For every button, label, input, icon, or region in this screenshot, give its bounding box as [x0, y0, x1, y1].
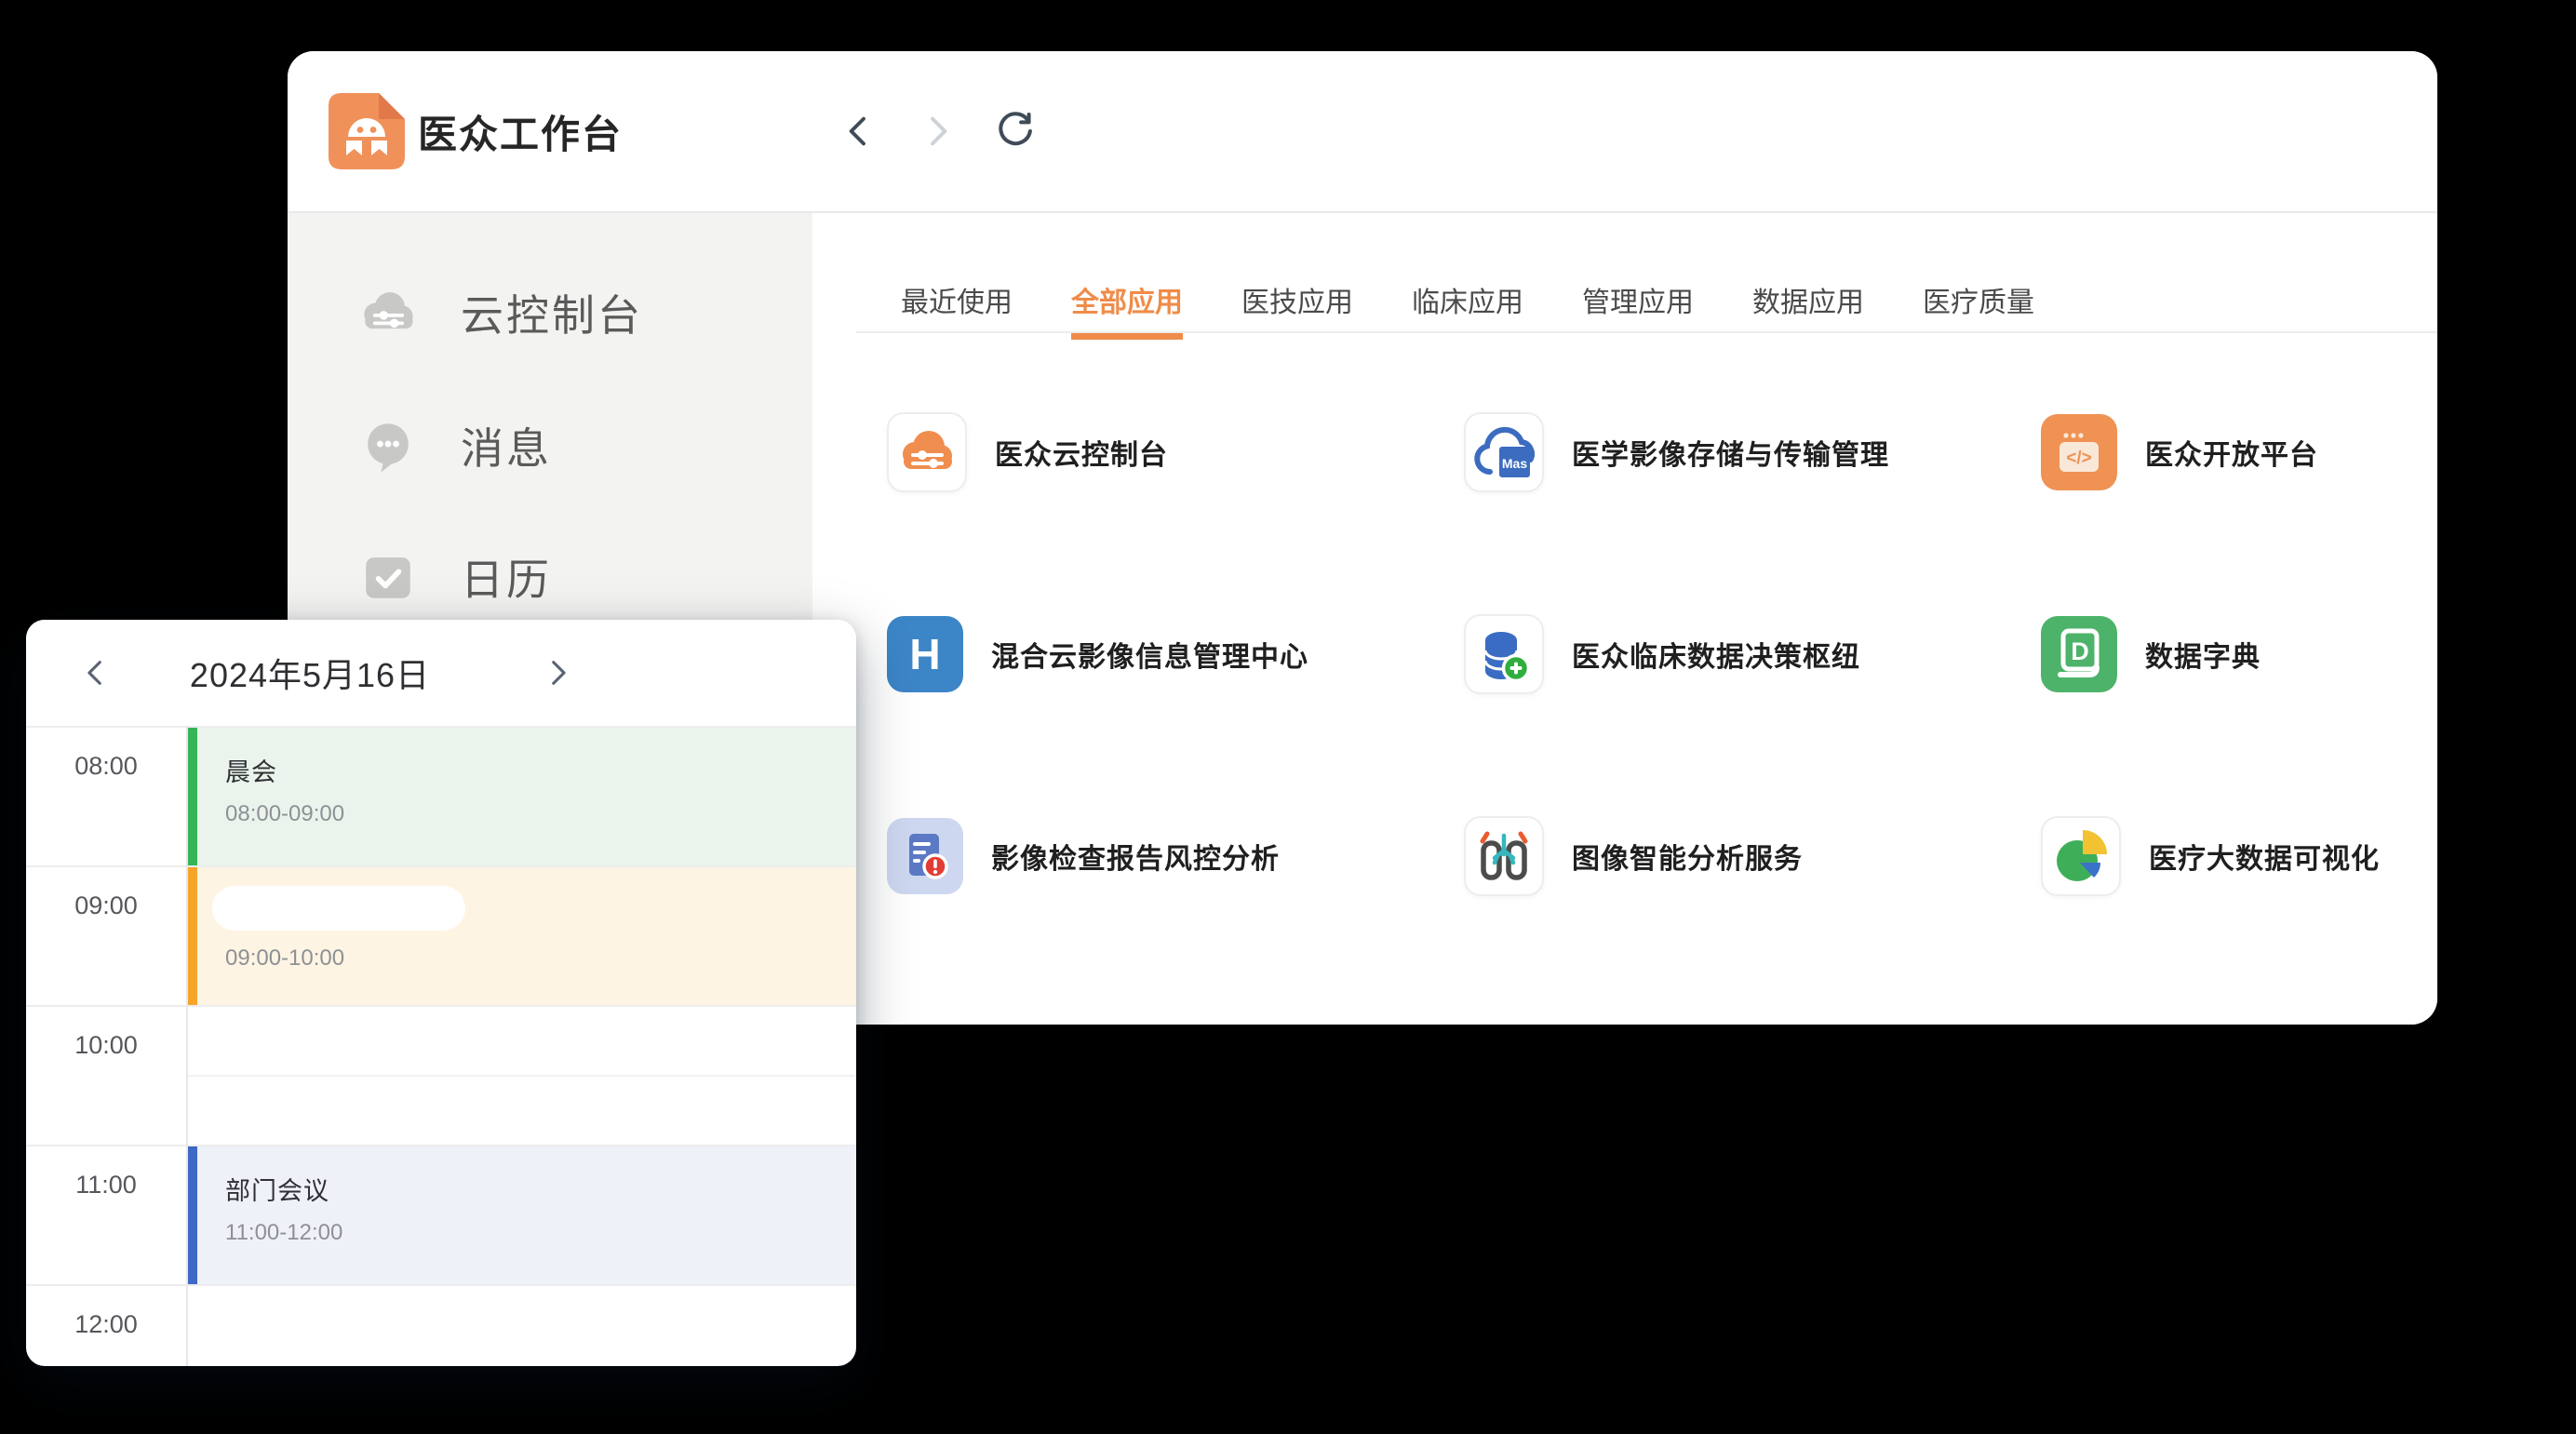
- window-header: 医众工作台: [288, 51, 2437, 213]
- hour-line: [26, 1005, 856, 1007]
- calendar-header: 2024年5月16日: [26, 620, 856, 726]
- letter-h-icon: H: [909, 629, 940, 679]
- lungs-ai-icon: [1466, 818, 1542, 894]
- sidebar-item-messages[interactable]: 消息: [353, 409, 552, 482]
- sidebar-item-label: 云控制台: [461, 282, 643, 343]
- sidebar-item-label: 日历: [461, 546, 552, 608]
- open-platform-code-icon: </>: [2041, 414, 2117, 490]
- calendar-event-redacted[interactable]: 09:00-10:00: [188, 867, 856, 1005]
- app-logo-icon: [329, 93, 405, 169]
- nav-refresh-button[interactable]: [991, 107, 1040, 155]
- refresh-icon: [994, 110, 1037, 153]
- chevron-right-icon: [919, 113, 956, 150]
- app-report-risk-analysis[interactable]: 影像检查报告风控分析: [887, 818, 1464, 894]
- event-title: 部门会议: [225, 1171, 856, 1207]
- event-title: 晨会: [225, 752, 856, 788]
- calendar-event-department-meeting[interactable]: 部门会议 11:00-12:00: [188, 1146, 856, 1284]
- sidebar-item-label: 消息: [461, 415, 552, 476]
- sidebar-item-calendar[interactable]: 日历: [353, 541, 552, 613]
- event-time: 09:00-10:00: [225, 945, 856, 972]
- chevron-right-icon: [542, 657, 573, 689]
- time-label: 12:00: [26, 1310, 186, 1339]
- content-area: 最近使用 全部应用 医技应用 临床应用 管理应用 数据应用 医疗质量: [812, 213, 2437, 1025]
- calendar-event-morning-meeting[interactable]: 晨会 08:00-09:00: [188, 728, 856, 865]
- time-label: 09:00: [26, 891, 186, 920]
- calendar-prev-day-button[interactable]: [74, 651, 117, 694]
- time-label: 11:00: [26, 1171, 186, 1199]
- app-grid: 医众云控制台 Mas 医学影像存储与传输管理: [887, 414, 2437, 894]
- time-label: 10:00: [26, 1031, 186, 1060]
- time-label: 08:00: [26, 752, 186, 781]
- app-clinical-data-hub[interactable]: 医众临床数据决策枢纽: [1464, 616, 2041, 692]
- app-image-ai-analysis[interactable]: 图像智能分析服务: [1464, 818, 2041, 894]
- app-title: 医众工作台: [418, 51, 623, 211]
- svg-text:D: D: [2071, 637, 2089, 665]
- cloud-mas-icon: Mas: [1466, 414, 1542, 490]
- event-time: 11:00-12:00: [225, 1220, 856, 1246]
- cloud-console-icon: [353, 277, 423, 348]
- cloud-sliders-icon: [889, 414, 965, 490]
- calendar-panel: 2024年5月16日 08:00 09:00 10:00 11:00 12:00…: [26, 620, 856, 1366]
- hour-line: [26, 1284, 856, 1286]
- event-title-redacted: [212, 886, 465, 931]
- message-icon: [353, 410, 423, 481]
- svg-text:</>: </>: [2066, 449, 2091, 468]
- chevron-left-icon: [840, 113, 878, 150]
- database-plus-icon: [1466, 616, 1542, 692]
- app-data-dictionary[interactable]: D 数据字典: [2041, 616, 2437, 692]
- svg-text:Mas: Mas: [1502, 456, 1527, 471]
- report-risk-alert-icon: [887, 818, 963, 894]
- event-time: 08:00-09:00: [225, 801, 856, 827]
- calendar-next-day-button[interactable]: [536, 651, 579, 694]
- calendar-date-label: 2024年5月16日: [138, 620, 482, 726]
- calendar-day-grid: 08:00 09:00 10:00 11:00 12:00 晨会 08:00-0…: [26, 726, 856, 1366]
- app-imaging-storage-transfer[interactable]: Mas 医学影像存储与传输管理: [1464, 414, 2041, 490]
- chevron-left-icon: [80, 657, 112, 689]
- desktop-background: 医众工作台: [0, 0, 2576, 1434]
- app-hybrid-cloud-imaging-center[interactable]: H 混合云影像信息管理中心: [887, 616, 1464, 692]
- app-cloud-console[interactable]: 医众云控制台: [887, 414, 1464, 490]
- calendar-icon: [353, 542, 423, 612]
- app-big-data-visualization[interactable]: 医疗大数据可视化: [2041, 818, 2437, 894]
- app-open-platform[interactable]: </> 医众开放平台: [2041, 414, 2437, 490]
- pie-chart-icon: [2043, 818, 2119, 894]
- nav-forward-button[interactable]: [913, 107, 961, 155]
- sidebar-item-cloud-console[interactable]: 云控制台: [353, 276, 643, 349]
- tabs-divider: [856, 331, 2437, 333]
- half-hour-line: [188, 1075, 856, 1077]
- data-dictionary-book-icon: D: [2041, 616, 2117, 692]
- nav-back-button[interactable]: [835, 107, 883, 155]
